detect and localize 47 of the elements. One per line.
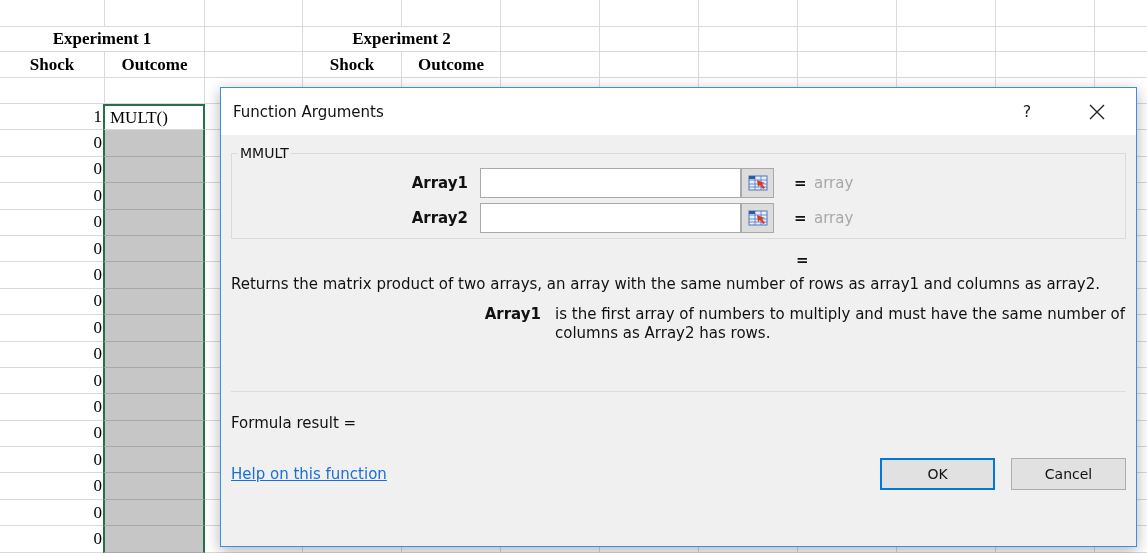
- range-select-icon: [747, 173, 768, 192]
- table-cell[interactable]: [103, 473, 205, 500]
- equals-sign: =: [794, 208, 806, 227]
- range-select-icon: [747, 208, 768, 227]
- dialog-button[interactable]: OK: [880, 458, 995, 490]
- equals-sign: =: [796, 251, 808, 269]
- equals-sign: =: [794, 173, 806, 192]
- function-description: Returns the matrix product of two arrays, an array with the same number of rows as array1 and columns as array2.: [231, 275, 1102, 293]
- argument-result: array: [814, 208, 854, 227]
- range-picker-button[interactable]: [740, 168, 773, 197]
- range-picker-button[interactable]: [740, 203, 773, 232]
- table-cell[interactable]: [103, 394, 205, 421]
- table-cell[interactable]: [103, 235, 205, 263]
- table-cell[interactable]: [103, 183, 205, 210]
- table-cell[interactable]: [103, 367, 205, 395]
- argument-name: Array1: [483, 305, 542, 325]
- table-cell[interactable]: [103, 130, 205, 157]
- help-button[interactable]: ?: [992, 88, 1062, 135]
- argument-description: is the first array of numbers to multiply and must have the same number of columns as Array2 has rows.: [555, 305, 1126, 343]
- table-cell[interactable]: [103, 447, 205, 474]
- table-cell[interactable]: [103, 420, 205, 448]
- table-cell: Experiment 2: [303, 27, 501, 52]
- table-cell[interactable]: [103, 209, 205, 236]
- table-cell[interactable]: [103, 341, 205, 368]
- table-cell: Outcome: [402, 52, 501, 78]
- argument-result: array: [814, 173, 854, 192]
- close-icon: [1089, 103, 1105, 120]
- table-cell[interactable]: [103, 315, 205, 342]
- argument-label: Array2: [410, 208, 469, 227]
- table-cell: Shock: [0, 52, 105, 78]
- argument-label: Array1: [410, 173, 469, 192]
- dialog-button[interactable]: Cancel: [1011, 458, 1126, 490]
- window-title: Function Arguments: [233, 102, 385, 121]
- table-cell: Experiment 1: [0, 27, 205, 52]
- function-name: MMULT: [239, 145, 290, 161]
- table-cell[interactable]: [103, 288, 205, 316]
- input-field[interactable]: [480, 167, 774, 198]
- table-cell[interactable]: [103, 499, 205, 527]
- table-cell: Shock: [303, 52, 402, 78]
- table-cell[interactable]: [103, 156, 205, 184]
- help-link[interactable]: Help on this function: [231, 465, 387, 483]
- table-cell[interactable]: [103, 526, 205, 553]
- table-cell: 1: [0, 104, 105, 131]
- input-field[interactable]: [480, 202, 774, 233]
- table-cell: Outcome: [105, 52, 205, 78]
- formula-result: Formula result =: [231, 414, 358, 432]
- table-cell[interactable]: [103, 262, 205, 289]
